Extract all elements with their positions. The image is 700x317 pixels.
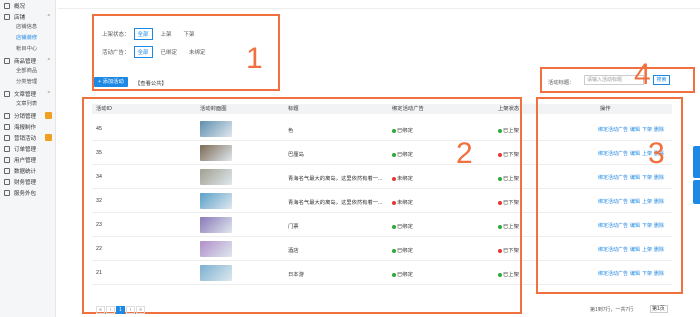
sidebar-group[interactable]: 营销活动	[0, 132, 55, 143]
sidebar-group-label: 用户管理	[14, 157, 37, 164]
next-page-button[interactable]: ›	[126, 306, 135, 314]
menu-icon	[4, 189, 10, 196]
annotation-1: 1	[246, 42, 263, 75]
chevron-up-icon: ^	[47, 57, 50, 64]
menu-icon	[4, 13, 10, 20]
sidebar-group-label: 财务管理	[14, 179, 37, 186]
menu-icon	[4, 145, 10, 152]
menu-icon	[4, 134, 10, 141]
ad-filter-label: 活动广告：	[102, 50, 130, 56]
main-content: 上架状态： 全部 上架 下架 活动广告： 全部 已绑定 未绑定 1 + 添加活动…	[58, 0, 700, 317]
add-activity-button[interactable]: + 添加活动	[94, 77, 128, 87]
sidebar-group-label: 店铺	[14, 14, 26, 21]
ad-option-all[interactable]: 全部	[133, 46, 153, 58]
top-bar	[58, 0, 700, 9]
sidebar-group[interactable]: 用户管理	[0, 154, 55, 165]
status-option-all[interactable]: 全部	[133, 28, 153, 40]
sidebar-group-label: 文章管理	[14, 91, 37, 98]
ad-filter-row: 活动广告： 全部 已绑定 未绑定	[102, 46, 214, 58]
sidebar-subitem[interactable]: 文章列表	[0, 99, 55, 110]
annotation-4: 4	[634, 58, 651, 91]
menu-icon	[4, 90, 10, 97]
sidebar-subitem[interactable]: 店铺装修	[0, 33, 55, 44]
status-filter-label: 上架状态：	[102, 32, 130, 38]
current-page-button[interactable]: 1	[116, 306, 125, 314]
search-panel: 活动标题： 请输入活动标题 搜索 4	[540, 60, 695, 93]
float-tab-bottom[interactable]	[693, 180, 700, 204]
sidebar-group[interactable]: 财务管理	[0, 176, 55, 187]
badge-icon	[45, 112, 52, 119]
view-public-link[interactable]: 【查看公共】	[135, 79, 167, 87]
sidebar-group-label: 数据统计	[14, 168, 37, 175]
sidebar-group[interactable]: 数据统计	[0, 165, 55, 176]
page-info: 第1到7行，一共7行	[590, 307, 634, 313]
first-page-button[interactable]: «	[96, 306, 105, 314]
status-filter-row: 上架状态： 全部 上架 下架	[102, 28, 203, 40]
sidebar-group[interactable]: 服务外包	[0, 187, 55, 198]
menu-icon	[4, 57, 10, 64]
sidebar-group[interactable]: 概况	[0, 0, 55, 11]
search-label: 活动标题：	[548, 80, 575, 86]
menu-icon	[4, 123, 10, 130]
sidebar-group[interactable]: 店铺 ^	[0, 11, 55, 22]
menu-icon	[4, 167, 10, 174]
sidebar: 概况店铺 ^ 店铺信息 店铺装修 帐目中心商品管理 ^ 全部商品 分类管理文章管理 ^ 文章列表分…	[0, 0, 56, 317]
status-option-on[interactable]: 上架	[157, 28, 176, 40]
sidebar-group[interactable]: 订单管理	[0, 143, 55, 154]
sidebar-group[interactable]: 海报制作	[0, 121, 55, 132]
ops-highlight: 3	[536, 97, 683, 294]
annotation-2: 2	[456, 137, 473, 170]
search-button[interactable]: 搜索	[653, 75, 670, 85]
sidebar-group-label: 商品管理	[14, 58, 37, 65]
sidebar-subitem[interactable]: 店铺信息	[0, 22, 55, 33]
sidebar-group-label: 营销活动	[14, 135, 37, 142]
table-highlight: 2	[82, 97, 522, 314]
sidebar-subitem[interactable]: 全部商品	[0, 66, 55, 77]
sidebar-group-label: 分销管理	[14, 113, 37, 120]
menu-icon	[4, 112, 10, 119]
sidebar-group-label: 服务外包	[14, 190, 37, 197]
sidebar-subitem[interactable]: 帐目中心	[0, 44, 55, 55]
sidebar-group[interactable]: 分销管理	[0, 110, 55, 121]
menu-icon	[4, 178, 10, 185]
page-size-select[interactable]: 第1页	[650, 305, 668, 313]
menu-icon	[4, 2, 10, 9]
sidebar-group-label: 海报制作	[14, 124, 37, 131]
chevron-up-icon: ^	[47, 13, 50, 20]
sidebar-group[interactable]: 商品管理 ^	[0, 55, 55, 66]
menu-icon	[4, 156, 10, 163]
ad-option-bound[interactable]: 已绑定	[157, 46, 182, 58]
float-tab-top[interactable]	[693, 146, 700, 178]
prev-page-button[interactable]: ‹	[106, 306, 115, 314]
chevron-up-icon: ^	[47, 90, 50, 97]
status-option-off[interactable]: 下架	[180, 28, 199, 40]
annotation-3: 3	[648, 137, 665, 170]
badge-icon	[45, 134, 52, 141]
ad-option-unbound[interactable]: 未绑定	[185, 46, 210, 58]
sidebar-subitem[interactable]: 分类管理	[0, 77, 55, 88]
sidebar-group-label: 概况	[14, 3, 26, 10]
sidebar-group[interactable]: 文章管理 ^	[0, 88, 55, 99]
sidebar-group-label: 订单管理	[14, 146, 37, 153]
last-page-button[interactable]: »	[136, 306, 145, 314]
pagination: « ‹ 1 › »	[96, 306, 146, 314]
